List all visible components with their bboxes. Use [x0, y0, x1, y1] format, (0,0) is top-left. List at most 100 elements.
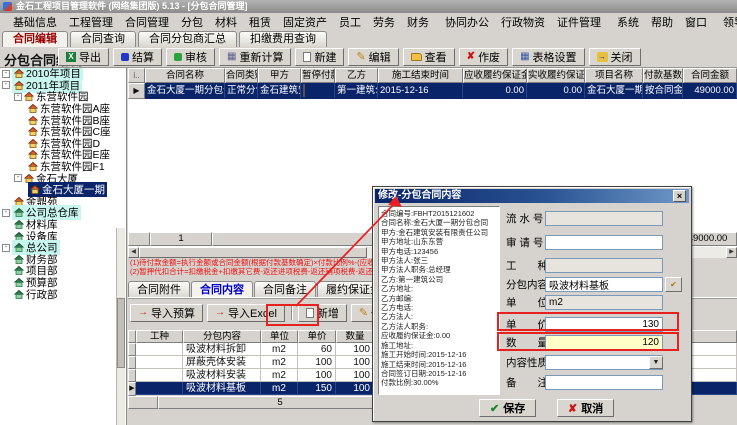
folder-icon: [411, 53, 422, 61]
audit-no-label: 审 请 号: [506, 236, 544, 250]
close-icon[interactable]: ×: [673, 190, 686, 202]
expander-icon[interactable]: -: [2, 244, 10, 252]
tree-item[interactable]: -总公司: [0, 242, 126, 254]
column-header[interactable]: 合同类别: [225, 68, 258, 83]
picker-icon[interactable]: ✔: [665, 277, 682, 292]
qty-field[interactable]: [545, 335, 663, 350]
serial-field[interactable]: [545, 211, 663, 226]
menu-item[interactable]: 窗口: [679, 14, 713, 30]
scrollbar-thumb[interactable]: [117, 298, 125, 368]
table-header-row: i.. 合同名称 合同类别 甲方 暂停付款 乙方 施工结束时间 应收履约保证金 …: [128, 68, 737, 83]
menu-item[interactable]: 工程管理: [63, 14, 119, 30]
new-button[interactable]: 新建: [295, 48, 344, 66]
menu-item[interactable]: 帮助: [645, 14, 679, 30]
expander-icon[interactable]: -: [2, 81, 10, 89]
chevron-down-icon[interactable]: ▼: [649, 356, 663, 369]
menu-item[interactable]: 系统: [611, 14, 645, 30]
nature-select[interactable]: [545, 355, 663, 370]
menu-item[interactable]: 分包: [175, 14, 209, 30]
tab-subcontractor-summary[interactable]: 合同分包商汇总: [138, 31, 237, 47]
tree-item[interactable]: -公司总仓库: [0, 207, 126, 219]
content-field[interactable]: [545, 277, 663, 292]
house-icon: [14, 81, 24, 90]
expander-icon[interactable]: -: [14, 174, 22, 182]
tab-contract-content[interactable]: 合同内容: [191, 281, 253, 298]
expander-icon[interactable]: -: [2, 209, 10, 217]
column-header[interactable]: 合同名称: [145, 68, 225, 83]
column-header[interactable]: 工种: [136, 330, 183, 343]
column-header[interactable]: 单位: [261, 330, 298, 343]
scroll-right-icon[interactable]: ▶: [726, 247, 737, 258]
table-settings-button[interactable]: ▦表格设置: [512, 48, 584, 66]
dialog-title-bar[interactable]: 修改-分包合同内容 ×: [375, 189, 689, 203]
view-button[interactable]: 查看: [403, 48, 455, 66]
tab-contract-attachment[interactable]: 合同附件: [128, 281, 190, 298]
column-header[interactable]: 数量: [336, 330, 374, 343]
menu-item[interactable]: 协同办公: [439, 14, 495, 30]
tree-item[interactable]: 行政部: [0, 288, 126, 300]
menu-item[interactable]: 财务: [401, 14, 435, 30]
expander-icon[interactable]: -: [2, 70, 10, 78]
scroll-left-icon[interactable]: ◀: [128, 247, 139, 258]
menu-item[interactable]: 租赁: [243, 14, 277, 30]
content-label: 分包内容: [506, 278, 544, 292]
column-header[interactable]: 乙方: [335, 68, 378, 83]
menu-item[interactable]: 劳务: [367, 14, 401, 30]
house-icon: [14, 208, 24, 217]
menu-item[interactable]: 行政物资: [495, 14, 551, 30]
expander-icon[interactable]: -: [14, 93, 22, 101]
price-field[interactable]: [545, 317, 663, 332]
settle-button[interactable]: 结算: [113, 48, 162, 66]
column-header[interactable]: 应收履约保证金: [463, 68, 527, 83]
remark-label: 备 注: [506, 376, 544, 390]
close-button[interactable]: →关闭: [589, 48, 641, 66]
pause-payment-cell[interactable]: [301, 83, 335, 98]
column-header[interactable]: 实收履约保证金: [527, 68, 585, 83]
menu-item[interactable]: 合同管理: [119, 14, 175, 30]
project-tree: -2010年项目 -2011年项目 -东营软件园 东营软件园A座 东营软件园B座…: [0, 68, 127, 425]
menu-item[interactable]: 证件管理: [551, 14, 607, 30]
save-button[interactable]: ✔ 保存: [479, 399, 536, 417]
column-header[interactable]: 甲方: [258, 68, 301, 83]
column-header[interactable]: 施工结束时间: [378, 68, 463, 83]
column-header[interactable]: 单价: [298, 330, 336, 343]
column-header[interactable]: 付款基数: [643, 68, 683, 83]
edit-button[interactable]: ✎编辑: [348, 48, 398, 66]
menu-item[interactable]: 固定资产: [277, 14, 333, 30]
recalculate-button[interactable]: ▦重新计算: [219, 48, 291, 66]
column-header[interactable]: 暂停付款: [301, 68, 335, 83]
scrollbar-thumb[interactable]: [139, 247, 367, 258]
checkbox-unchecked[interactable]: [303, 84, 305, 97]
menu-item[interactable]: 员工: [333, 14, 367, 30]
tree-item[interactable]: 预算部: [0, 277, 126, 289]
remark-field[interactable]: [545, 375, 663, 390]
unit-field[interactable]: [545, 295, 663, 310]
tree-item[interactable]: 材料库: [0, 219, 126, 231]
title-bar[interactable]: 金石工程项目管理软件 (网络集团版) 5.13 - [分包合同管理]: [0, 0, 737, 13]
tree-item-selected[interactable]: 金石大厦一期: [0, 184, 126, 196]
audit-button[interactable]: 审核: [166, 48, 215, 66]
tab-contract-edit[interactable]: 合同编辑: [2, 31, 68, 47]
worktype-field[interactable]: [545, 258, 663, 273]
column-header[interactable]: 项目名称: [585, 68, 643, 83]
column-header[interactable]: i..: [128, 68, 145, 83]
export-button[interactable]: X导出: [58, 48, 109, 66]
column-header[interactable]: 合同金额: [683, 68, 737, 83]
tab-deduction-query[interactable]: 扣缴费用查询: [239, 31, 327, 47]
tree-item[interactable]: 项目部: [0, 265, 126, 277]
audit-no-field[interactable]: [545, 235, 663, 250]
import-excel-button[interactable]: →导入Excel: [207, 304, 285, 322]
tab-contract-remark[interactable]: 合同备注: [254, 281, 316, 298]
menu-item[interactable]: 基础信息: [7, 14, 63, 30]
cancel-button[interactable]: ✘ 取消: [557, 399, 614, 417]
tree-item[interactable]: 财务部: [0, 254, 126, 266]
menu-item[interactable]: 材料: [209, 14, 243, 30]
tree-scrollbar[interactable]: [116, 228, 125, 425]
import-budget-button[interactable]: →导入预算: [130, 304, 203, 322]
void-button[interactable]: ✘作废: [459, 48, 508, 66]
tab-contract-query[interactable]: 合同查询: [70, 31, 136, 47]
table-row[interactable]: ▶ 金石大厦一期分包合同 正常分包 金石建筑安装有限 第一建筑公司 2015-1…: [128, 83, 737, 99]
menu-item[interactable]: 领导查询: [717, 14, 737, 30]
add-button[interactable]: 新增: [298, 304, 347, 322]
column-header[interactable]: 分包内容: [183, 330, 261, 343]
